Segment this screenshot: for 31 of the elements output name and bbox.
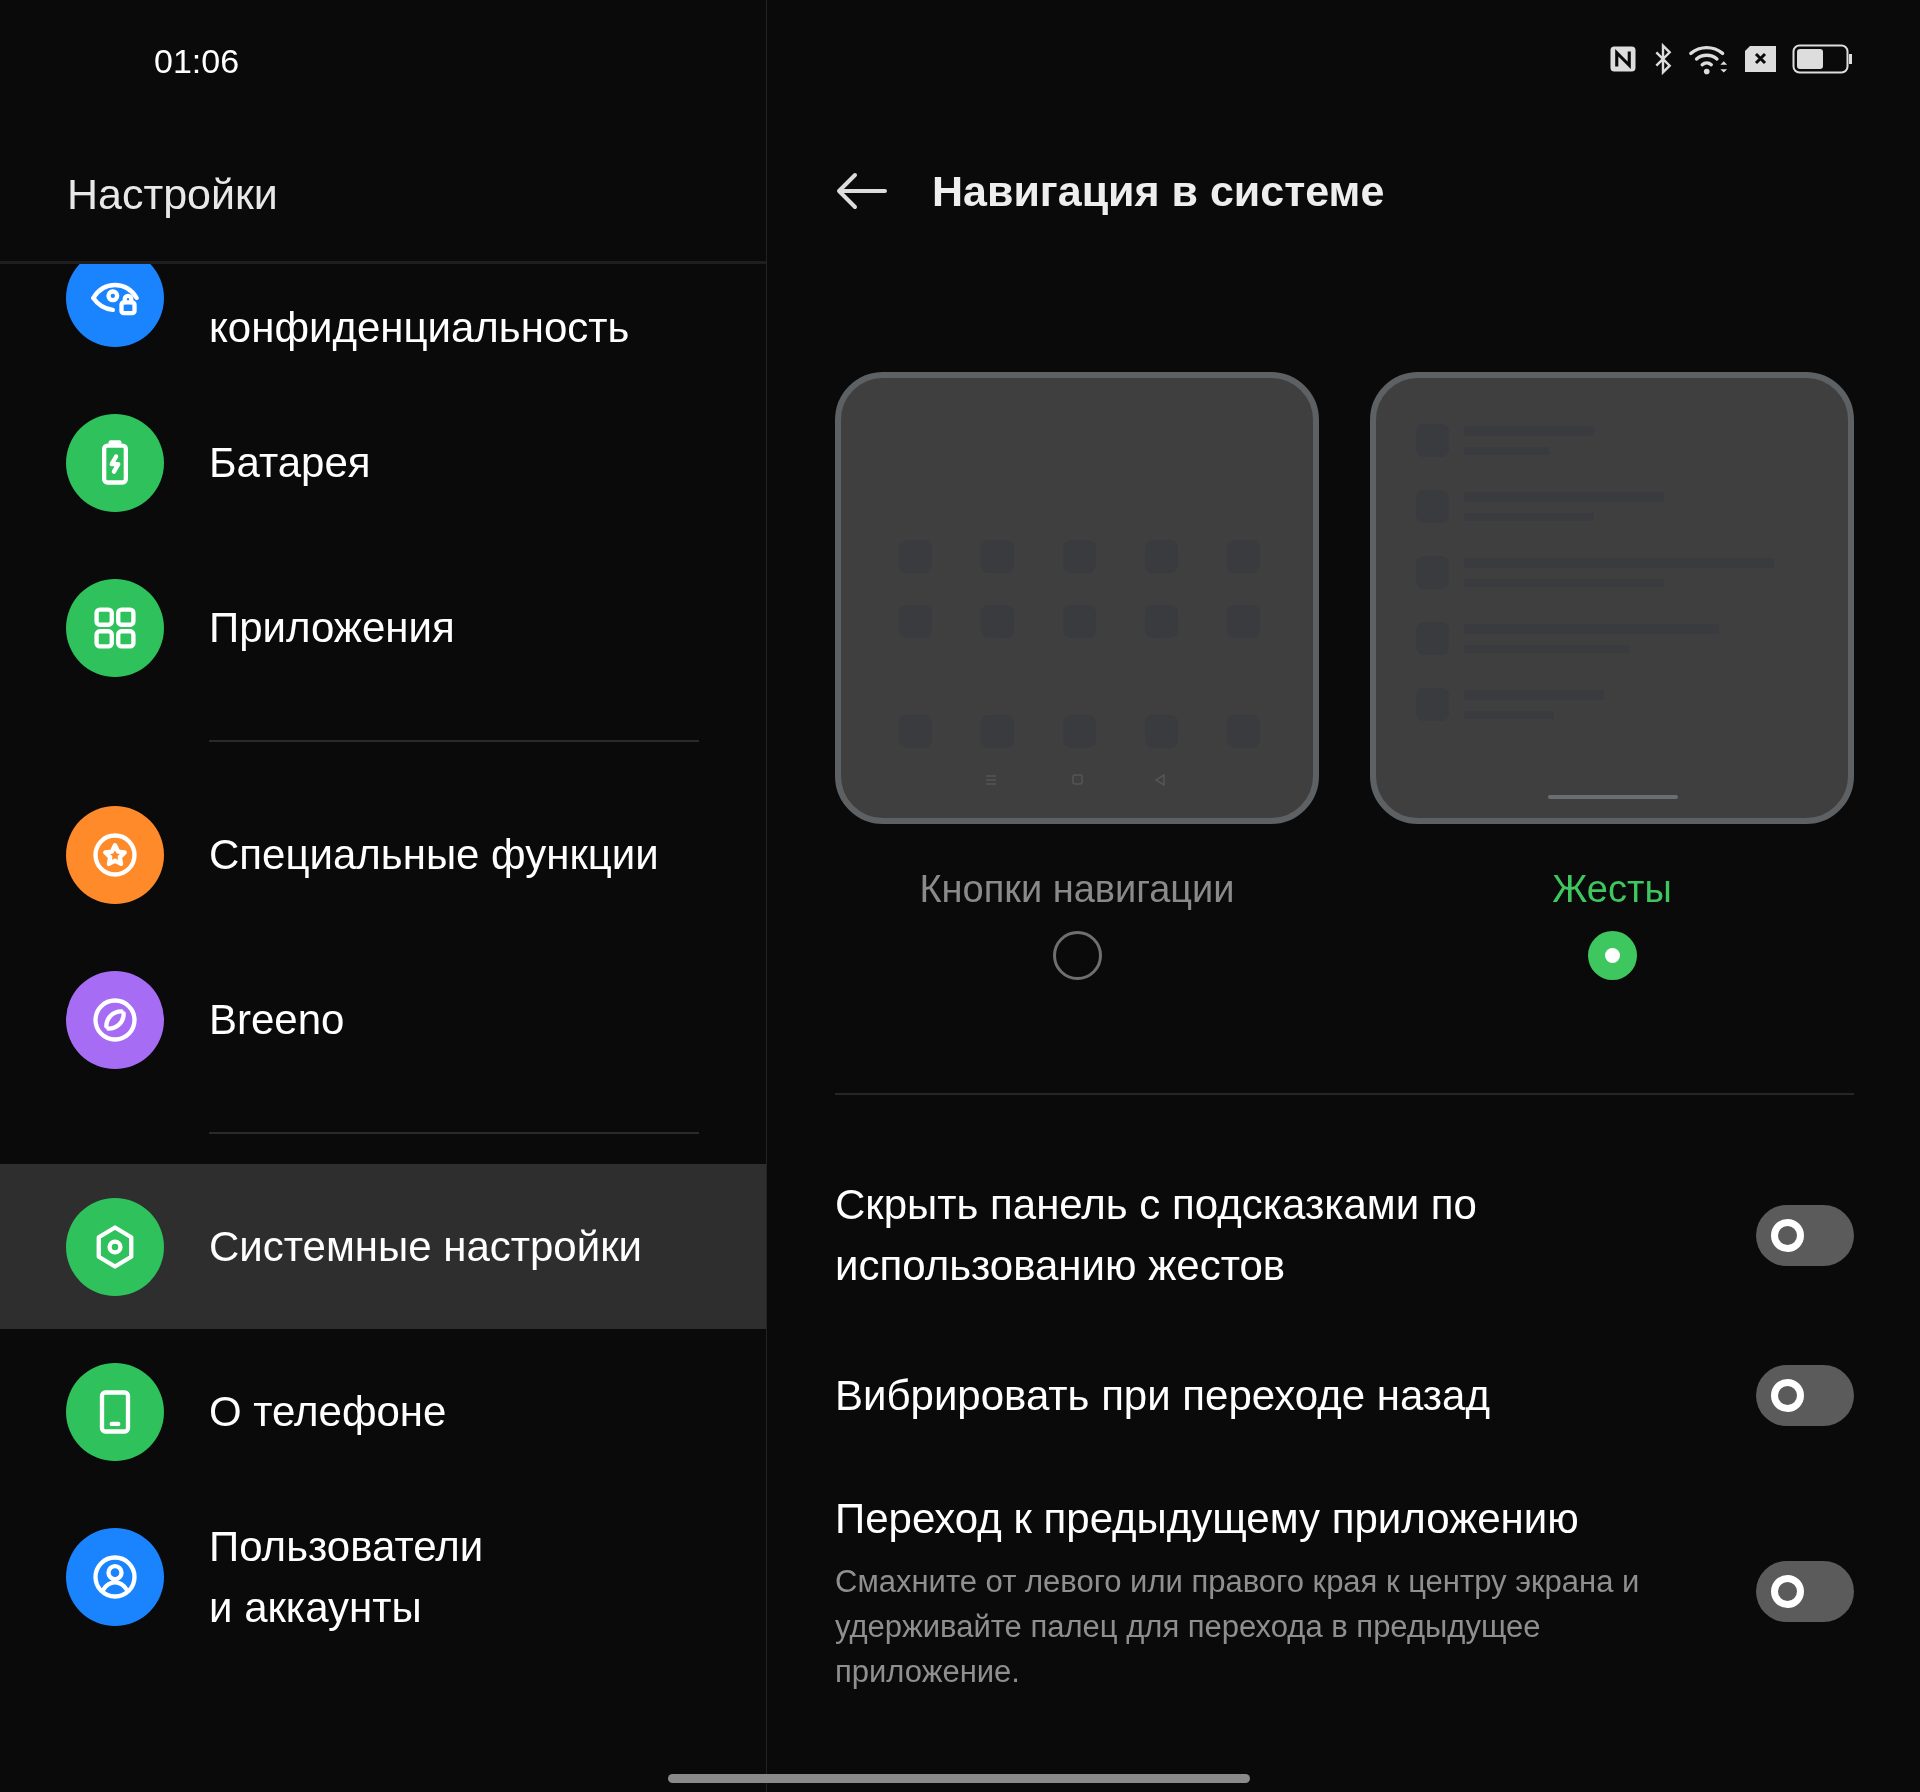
sidebar-item-label: конфиденциальность bbox=[209, 303, 630, 353]
back-arrow-icon[interactable] bbox=[835, 171, 887, 211]
radio-button[interactable] bbox=[1052, 931, 1102, 980]
mode-label: Кнопки навигации bbox=[919, 868, 1235, 911]
sidebar-item-label: Специальные функции bbox=[209, 830, 659, 880]
sidebar-item[interactable]: Специальные функции bbox=[0, 772, 766, 937]
sidebar-item[interactable]: конфиденциальность bbox=[0, 264, 766, 380]
battery-icon bbox=[1792, 44, 1854, 74]
nfc-icon bbox=[1608, 44, 1638, 74]
sidebar-item[interactable]: Батарея bbox=[0, 380, 766, 545]
sidebar-item[interactable]: Системные настройки bbox=[0, 1164, 766, 1329]
sidebar-item[interactable]: О телефоне bbox=[0, 1329, 766, 1494]
page-title: Навигация в системе bbox=[932, 166, 1385, 216]
sidebar-item-label: Breeno bbox=[209, 995, 345, 1045]
sidebar-item[interactable]: Breeno bbox=[0, 937, 766, 1102]
sidebar-item-label: О телефоне bbox=[209, 1387, 447, 1437]
sidebar-item[interactable]: Приложения bbox=[0, 545, 766, 710]
sidebar-title: Настройки bbox=[0, 130, 766, 264]
sidebar-item-label: Пользователи и аккаунты bbox=[209, 1521, 484, 1633]
sidebar-item[interactable]: Пользователи и аккаунты bbox=[0, 1494, 766, 1659]
option-title: Переход к предыдущему приложению bbox=[835, 1494, 1580, 1544]
option-description: Смахните от левого или правого края к центру экрана и удерживайте палец для перехода в предыдущее приложение. bbox=[835, 1563, 1641, 1691]
sim-icon bbox=[1744, 45, 1778, 73]
radio-button[interactable] bbox=[1587, 931, 1637, 980]
sidebar-item-label: Приложения bbox=[209, 603, 455, 653]
sidebar-item-label: Системные настройки bbox=[209, 1222, 642, 1272]
option-title: Вибрировать при переходе назад bbox=[835, 1370, 1490, 1421]
status-time: 01:06 bbox=[154, 41, 240, 81]
mode-label: Жесты bbox=[1552, 868, 1672, 911]
sidebar-item-label: Батарея bbox=[209, 438, 371, 488]
option-title: Скрыть панель с подсказками по использованию жестов bbox=[835, 1180, 1478, 1291]
